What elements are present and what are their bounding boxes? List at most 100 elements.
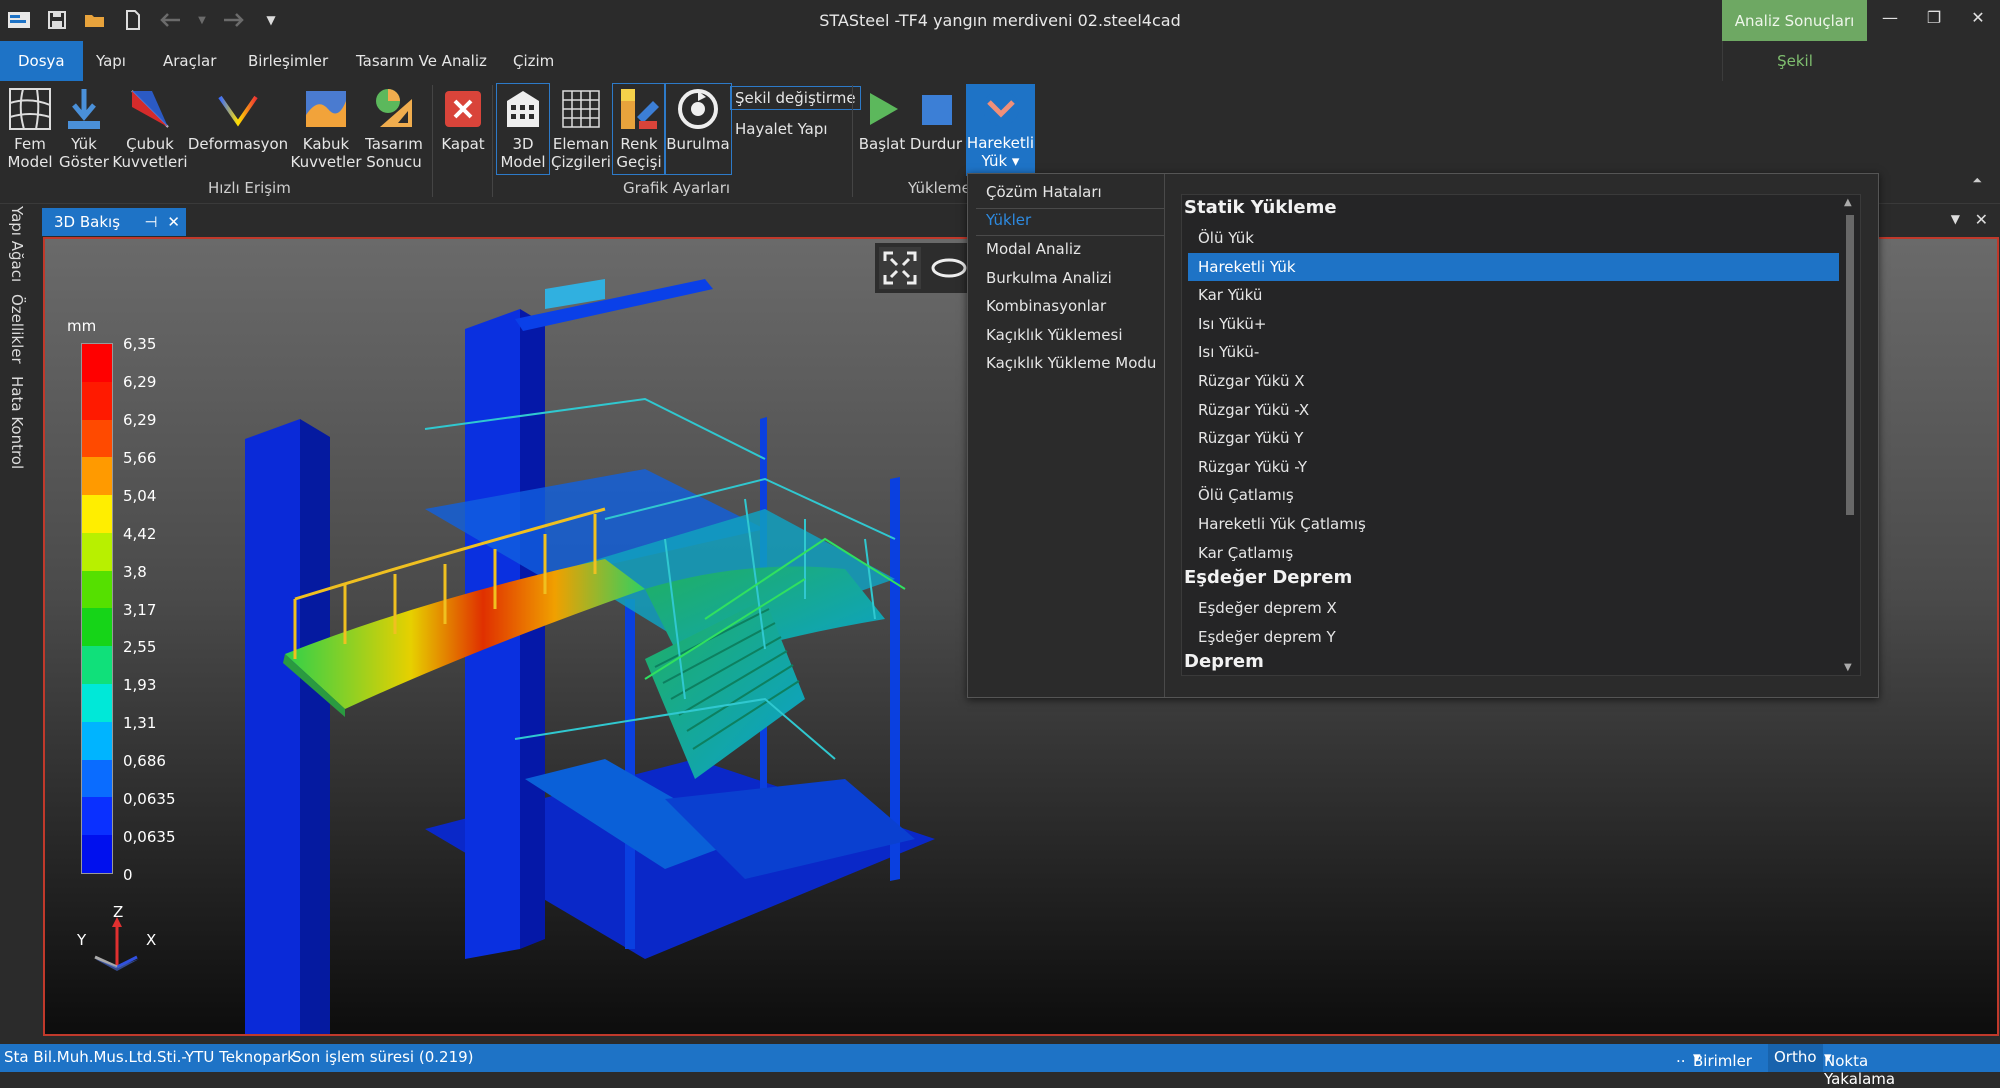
load-case-item[interactable]: Eşdeğer deprem Y xyxy=(1188,623,1839,651)
load-case-item[interactable]: Rüzgar Yükü X xyxy=(1188,367,1839,395)
load-case-item[interactable]: Ölü Çatlamış xyxy=(1188,481,1839,509)
fem-model-button[interactable]: Fem Model xyxy=(6,85,54,171)
panel-close-icon[interactable]: ✕ xyxy=(1975,210,1988,229)
load-case-item[interactable]: Rüzgar Yükü Y xyxy=(1188,424,1839,452)
cubuk-kuvvetleri-button[interactable]: Çubuk Kuvvetleri xyxy=(112,85,188,171)
menu-item-kaciklik-yuklemesi[interactable]: Kaçıklık Yüklemesi xyxy=(986,326,1123,344)
ortho-toggle[interactable]: Ortho xyxy=(1768,1044,1823,1072)
menu-araclar[interactable]: Araçlar xyxy=(145,41,234,81)
close-icon[interactable]: ✕ xyxy=(1956,0,2000,34)
legend-tick-label: 0,0635 xyxy=(123,790,176,809)
ribbon-separator xyxy=(852,85,853,197)
legend-color-bar xyxy=(81,343,113,874)
snap-dropdown[interactable]: Nokta Yakalama ▾ xyxy=(1824,1048,1895,1088)
element-lines-icon xyxy=(559,85,603,133)
minimize-icon[interactable]: — xyxy=(1868,0,1912,34)
kapat-button[interactable]: Kapat xyxy=(438,85,488,153)
redo-icon[interactable] xyxy=(220,8,246,32)
legend-tick-label: 5,66 xyxy=(123,448,157,467)
durdur-button[interactable]: Durdur xyxy=(910,85,962,153)
menu-birlesimler[interactable]: Birleşimler xyxy=(230,41,346,81)
menu-sekil-degistirme[interactable]: Şekil değiştirme xyxy=(1722,41,1867,110)
scroll-down-icon[interactable]: ▼ xyxy=(1844,662,1852,673)
menu-item-burkulma-analizi[interactable]: Burkulma Analizi xyxy=(986,269,1112,287)
legend-unit: mm xyxy=(67,317,97,335)
app-menu-icon[interactable] xyxy=(6,8,32,32)
sekil-degistirme-button[interactable]: Şekil değiştirme xyxy=(730,86,861,110)
context-tab-analysis-results[interactable]: Analiz Sonuçları xyxy=(1722,0,1867,41)
member-forces-icon xyxy=(128,85,172,133)
menu-item-kombinasyonlar[interactable]: Kombinasyonlar xyxy=(986,297,1106,315)
tab-ozellikler[interactable]: Özellikler xyxy=(8,294,26,364)
undo-icon[interactable] xyxy=(158,8,184,32)
tasarim-sonucu-button[interactable]: Tasarım Sonucu xyxy=(362,85,426,171)
menu-dosya[interactable]: Dosya xyxy=(0,41,83,81)
hayalet-yapi-button[interactable]: Hayalet Yapı xyxy=(731,118,832,140)
load-case-item[interactable]: Kar Yükü xyxy=(1188,281,1839,309)
open-folder-icon[interactable] xyxy=(82,8,108,32)
zoom-extents-icon[interactable] xyxy=(879,247,921,289)
load-case-item[interactable]: Hareketli Yük Çatlamış xyxy=(1188,510,1839,538)
customize-toolbar-icon[interactable]: ▼ xyxy=(258,8,284,32)
axis-z-label: Z xyxy=(113,903,124,921)
scroll-thumb[interactable] xyxy=(1846,215,1854,515)
pin-icon[interactable]: ⊣ xyxy=(144,213,157,231)
legend-tick-label: 3,8 xyxy=(123,562,147,581)
burulma-button[interactable]: Burulma xyxy=(664,83,732,175)
tab-list-icon[interactable]: ▼ xyxy=(1951,212,1960,226)
menu-cizim[interactable]: Çizim xyxy=(495,41,572,81)
load-case-item[interactable]: Kar Çatlamış xyxy=(1188,539,1839,567)
units-dropdown[interactable]: Birimler ▾ xyxy=(1693,1048,1752,1070)
hareketli-yuk-dropdown[interactable]: Hareketli Yük ▾ xyxy=(966,84,1035,176)
collapse-ribbon-icon[interactable]: ⏶ xyxy=(1972,173,1982,188)
legend-color-band xyxy=(82,608,112,647)
legend-tick-label: 6,29 xyxy=(123,410,157,429)
load-case-item[interactable]: Eşdeğer deprem X xyxy=(1188,594,1839,622)
scroll-up-icon[interactable]: ▲ xyxy=(1844,197,1852,208)
deformation-icon xyxy=(216,85,260,133)
load-case-item[interactable]: Hareketli Yük xyxy=(1188,252,1839,281)
renk-gecisi-button[interactable]: Renk Geçişi xyxy=(612,83,666,175)
baslat-button[interactable]: Başlat xyxy=(858,85,906,153)
load-case-item[interactable]: Rüzgar Yükü -X xyxy=(1188,396,1839,424)
design-result-icon xyxy=(372,85,416,133)
deformasyon-button[interactable]: Deformasyon xyxy=(188,85,288,153)
load-case-list[interactable]: ▲ ▼ Statik Yükleme Ölü Yük Hareketli Yük Ka… xyxy=(1181,194,1861,676)
kabuk-kuvvetler-button[interactable]: Kabuk Kuvvetler xyxy=(290,85,362,171)
status-last-operation: Son işlem süresi (0.219) xyxy=(292,1048,474,1066)
legend-color-band xyxy=(82,419,112,458)
save-icon[interactable] xyxy=(44,8,70,32)
menu-item-cozum-hatalari[interactable]: Çözüm Hataları xyxy=(986,183,1102,201)
tab-hata-kontrol[interactable]: Hata Kontrol xyxy=(8,376,26,469)
menu-yapi[interactable]: Yapı xyxy=(78,41,144,81)
yuk-goster-button[interactable]: Yük Göster xyxy=(59,85,109,171)
load-case-item[interactable]: Ölü Yük xyxy=(1188,224,1839,252)
menu-item-modal-analiz[interactable]: Modal Analiz xyxy=(986,240,1081,258)
legend-color-band xyxy=(82,344,112,382)
tab-3d-bakis[interactable]: 3D Bakış ⊣ ✕ xyxy=(42,208,186,236)
new-document-icon[interactable] xyxy=(120,8,146,32)
menu-tasarim-ve-analiz[interactable]: Tasarım Ve Analiz xyxy=(338,41,505,81)
load-case-item[interactable]: Isı Yükü+ xyxy=(1188,310,1839,338)
list-scrollbar[interactable]: ▲ ▼ xyxy=(1840,195,1860,675)
tab-yapi-agaci[interactable]: Yapı Ağacı xyxy=(8,206,26,282)
rotate-view-icon[interactable] xyxy=(929,251,969,289)
legend-color-band xyxy=(82,646,112,685)
chevron-down-icon xyxy=(981,84,1021,132)
status-bar: Sta Bil.Muh.Mus.Ltd.Sti.-YTU Teknopark S… xyxy=(0,1044,2000,1088)
menu-item-kaciklik-yukleme-modu[interactable]: Kaçıklık Yükleme Modu xyxy=(986,354,1156,372)
legend-tick-label: 0,0635 xyxy=(123,828,176,847)
load-case-item[interactable]: Isı Yükü- xyxy=(1188,338,1839,366)
viewport-toolbar xyxy=(875,243,975,293)
axes-gizmo: Z Y X xyxy=(65,903,156,979)
menu-divider xyxy=(976,208,1164,209)
legend-color-band xyxy=(82,835,112,873)
eleman-cizgileri-button[interactable]: Eleman Çizgileri xyxy=(551,85,611,171)
3d-model-button[interactable]: 3D Model xyxy=(496,83,550,175)
load-case-item[interactable]: Rüzgar Yükü -Y xyxy=(1188,453,1839,481)
maximize-icon[interactable]: ❐ xyxy=(1912,0,1956,34)
tab-close-icon[interactable]: ✕ xyxy=(167,213,186,231)
legend-color-band xyxy=(82,759,112,798)
color-gradient-icon xyxy=(617,85,661,133)
undo-dropdown-icon[interactable]: ▼ xyxy=(196,8,208,32)
